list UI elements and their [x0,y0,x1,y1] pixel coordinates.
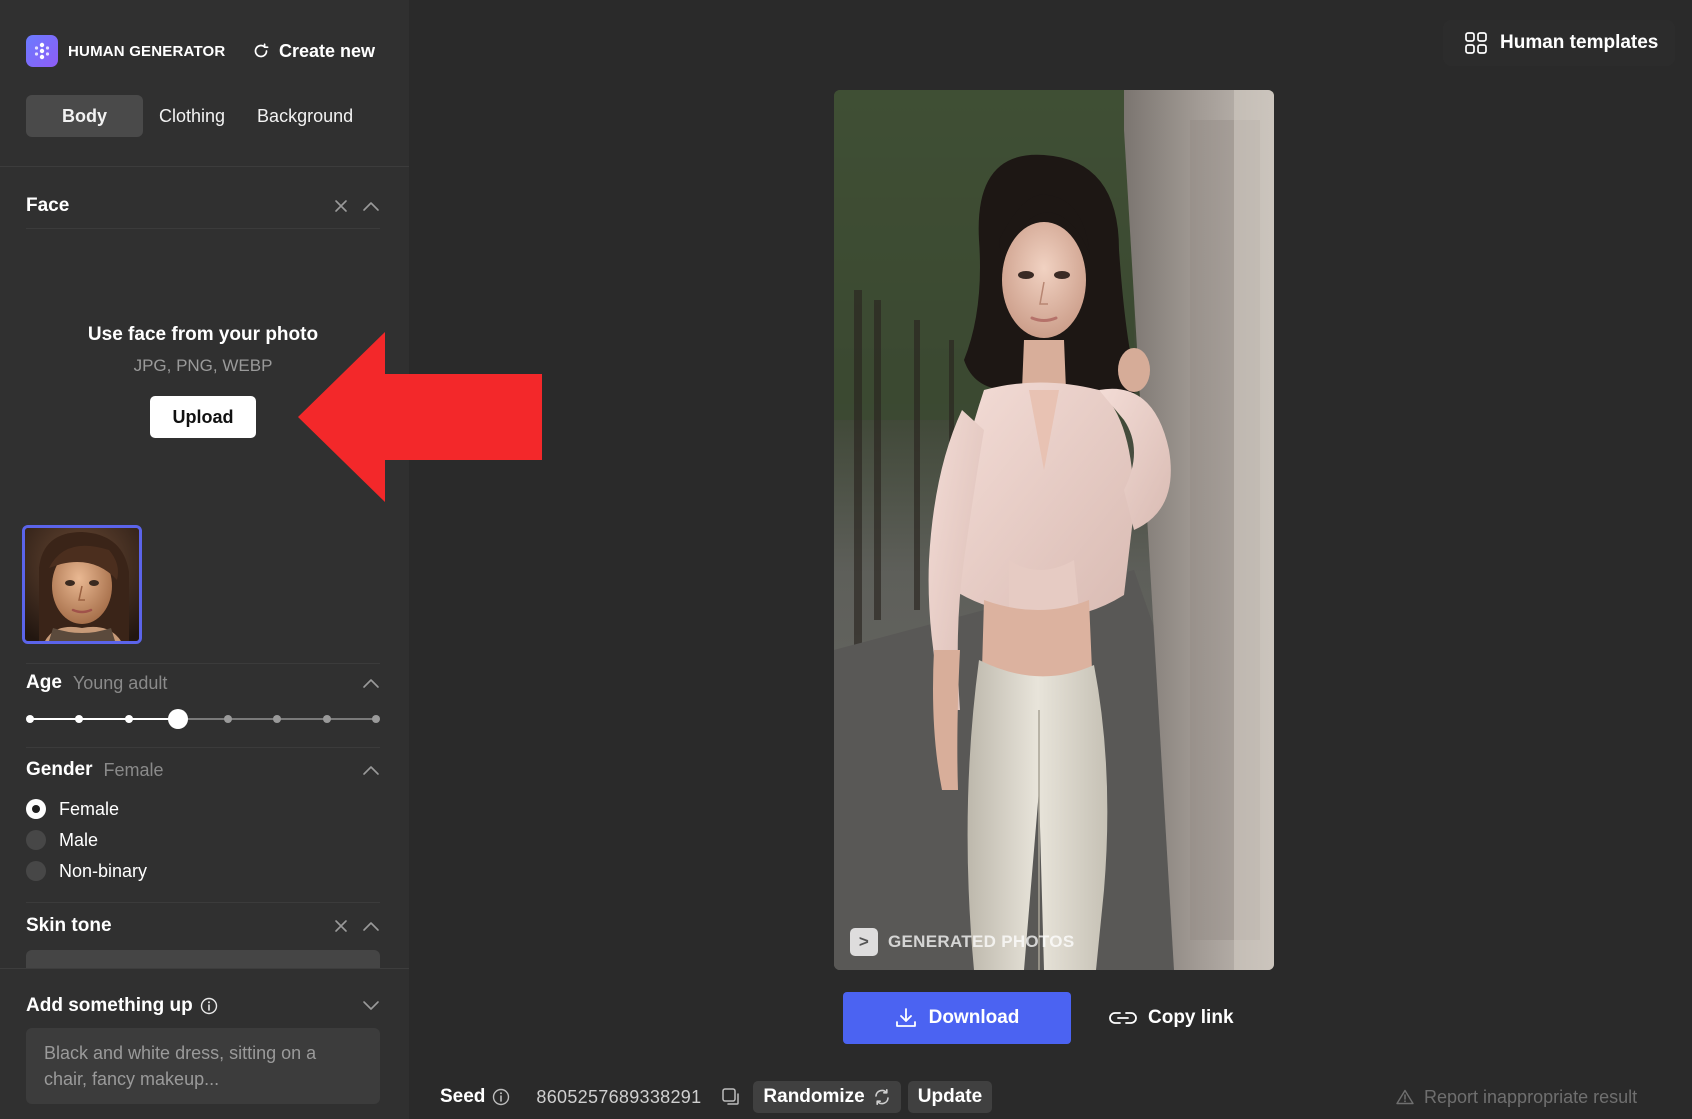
tab-clothing[interactable]: Clothing [143,95,241,137]
copy-icon[interactable] [721,1087,741,1107]
face-thumbnail-image [25,528,139,641]
gender-title: Gender [26,759,93,780]
human-templates-label: Human templates [1500,32,1659,53]
warning-icon [1396,1089,1414,1105]
gender-option-label: Non-binary [59,860,148,881]
age-value: Young adult [72,672,168,693]
copy-link-label: Copy link [1148,1007,1234,1028]
sidebar: HUMAN GENERATOR Create new Body Clothing… [0,0,409,1119]
download-label: Download [928,1007,1020,1028]
face-section-header[interactable]: Face [26,191,380,221]
face-header-rule [26,228,380,229]
upload-button[interactable]: Upload [150,396,256,438]
download-button[interactable]: Download [843,992,1071,1044]
tab-body[interactable]: Body [26,95,143,137]
human-templates-button[interactable]: Human templates [1443,20,1675,66]
app-logo[interactable]: HUMAN GENERATOR [26,34,225,68]
radio-non-binary[interactable] [26,861,46,881]
gender-top-rule [26,747,380,748]
logo-icon [26,35,58,67]
seed-label: Seed [440,1086,486,1107]
annotation-arrow-icon [298,332,542,502]
age-slider-step[interactable] [273,715,282,723]
radio-male[interactable] [26,830,46,850]
category-tabs: Body Clothing Background [26,95,369,137]
create-new-label: Create new [279,40,376,61]
tab-background[interactable]: Background [241,95,369,137]
age-title: Age [26,672,62,693]
watermark-text: GENERATED PHOTOS [888,932,1075,951]
chevron-up-icon[interactable] [362,764,380,776]
info-icon[interactable] [200,997,218,1015]
create-new-button[interactable]: Create new [252,36,375,66]
randomize-button[interactable]: Randomize [753,1081,901,1113]
age-slider[interactable] [26,709,380,729]
watermark-badge: > [850,928,878,956]
age-slider-thumb[interactable] [168,709,189,729]
watermark: > GENERATED PHOTOS [850,928,1074,956]
chevron-down-icon[interactable] [362,1000,380,1012]
skin-tone-title: Skin tone [26,915,112,936]
gender-option-female[interactable]: Female [26,796,119,822]
generated-photo [834,90,1274,970]
app-name: HUMAN GENERATOR [68,42,226,60]
gender-option-label: Male [59,829,99,850]
close-icon[interactable] [334,199,348,213]
copy-link-button[interactable]: Copy link [1108,992,1234,1044]
gender-option-non-binary[interactable]: Non-binary [26,858,147,884]
seed-row: Seed 8605257689338291 Randomize Update [440,1080,993,1114]
tabs-divider [0,166,409,167]
add-something-header[interactable]: Add something up [26,991,380,1021]
close-icon[interactable] [334,919,348,933]
face-thumbnail[interactable] [22,525,142,644]
age-slider-fill [30,718,179,720]
gender-option-male[interactable]: Male [26,827,98,853]
prompt-input[interactable] [26,1028,380,1104]
age-slider-step[interactable] [223,715,232,723]
age-section-header[interactable]: Age Young adult [26,668,380,698]
skin-tone-top-rule [26,902,380,903]
face-title: Face [26,195,70,216]
age-slider-step[interactable] [124,715,133,723]
gender-value: Female [103,759,164,780]
gender-option-label: Female [59,798,120,819]
chevron-up-icon[interactable] [362,677,380,689]
age-top-rule [26,663,380,664]
info-icon[interactable] [492,1088,510,1106]
refresh-icon [254,43,269,58]
chevron-up-icon[interactable] [362,200,380,212]
age-slider-step[interactable] [75,715,84,723]
link-icon [1109,1012,1137,1024]
age-slider-step[interactable] [26,715,34,723]
refresh-icon [874,1089,889,1105]
age-slider-step[interactable] [372,715,380,723]
add-something-panel: Add something up [0,968,409,1119]
grid-icon [1465,32,1487,54]
age-slider-step[interactable] [322,715,331,723]
chevron-up-icon[interactable] [362,920,380,932]
add-something-title: Add something up [26,995,193,1016]
seed-value: 8605257689338291 [536,1086,702,1107]
report-label: Report inappropriate result [1424,1086,1638,1107]
download-icon [895,1008,916,1027]
randomize-label: Randomize [763,1086,865,1107]
generated-image: > GENERATED PHOTOS [834,90,1274,970]
skin-tone-select[interactable] [26,950,380,968]
report-link[interactable]: Report inappropriate result [1396,1082,1637,1112]
gender-section-header[interactable]: Gender Female [26,755,380,785]
radio-female[interactable] [26,799,46,819]
update-button[interactable]: Update [907,1081,993,1113]
skin-tone-section-header[interactable]: Skin tone [26,911,380,941]
